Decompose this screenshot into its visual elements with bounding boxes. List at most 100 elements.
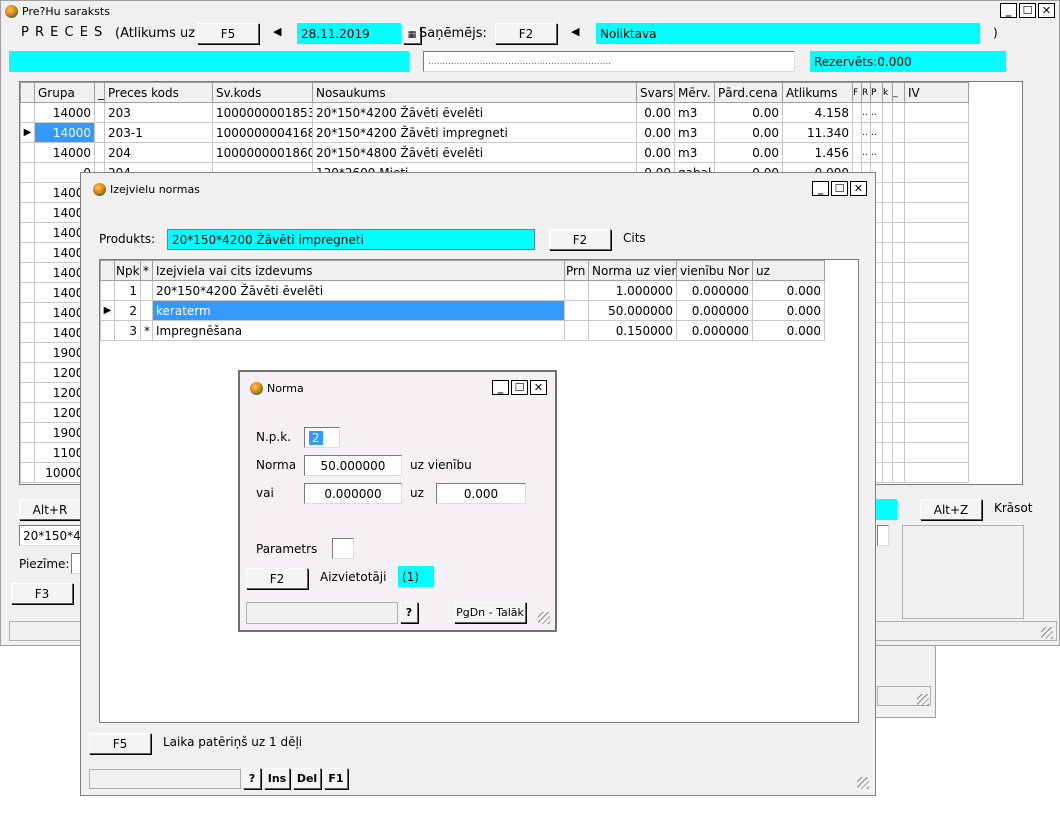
table-header-row: Grupa _ Preces kods Sv.kods Nosaukums Sv…	[20, 82, 969, 103]
substitutes-f2-button[interactable]: F2	[246, 568, 308, 589]
resize-grip-icon[interactable]	[857, 777, 869, 789]
col-header[interactable]: Preces kods	[104, 82, 213, 103]
col-header[interactable]: _	[94, 82, 105, 103]
app-icon	[5, 4, 18, 18]
table-row[interactable]: 3 * Impregnēšana 0.150000 0.000000 0.000	[100, 320, 825, 341]
table-row[interactable]: ▶ 14000 203-1 1000000004168 20*150*4200 …	[20, 122, 969, 143]
params-field[interactable]	[332, 538, 354, 559]
bottom-name-field[interactable]: 20*150*42	[19, 525, 88, 546]
norma-label: Norma	[256, 458, 297, 472]
product-label: Produkts:	[99, 232, 156, 246]
col-header[interactable]: k	[882, 82, 893, 103]
product-field[interactable]: 20*150*4200 Žāvēti impregneti	[167, 229, 535, 250]
col-header[interactable]: Svars	[636, 82, 675, 103]
stock-label: (Atlikums uz	[115, 26, 196, 41]
other-label: Cits	[623, 231, 646, 245]
col-header[interactable]: Mērv.	[674, 82, 715, 103]
del-button[interactable]: Del	[293, 768, 321, 789]
note-label: Piezīme:	[19, 557, 70, 571]
col-header[interactable]: Izejviela vai cits izdevums	[152, 260, 565, 281]
norma-field[interactable]: 50.000000	[304, 455, 402, 476]
header-title: P R E C E S	[21, 25, 104, 40]
col-header[interactable]: Norma uz vien	[588, 260, 677, 281]
resize-grip-icon[interactable]	[1041, 627, 1053, 639]
next-button[interactable]: PgDn - Talāk	[454, 602, 526, 623]
maximize-icon[interactable]: ☐	[511, 380, 528, 395]
minimize-icon[interactable]: _	[812, 181, 829, 196]
close-paren: )	[993, 26, 998, 40]
uz-value-field[interactable]: 0.000	[436, 483, 526, 504]
right-small-field[interactable]	[877, 525, 889, 546]
maximize-icon[interactable]: ☐	[1019, 3, 1036, 18]
col-header[interactable]: F	[852, 82, 862, 103]
resize-grip-icon[interactable]	[538, 612, 550, 624]
color-label: Krāsot	[994, 501, 1033, 515]
params-label: Parametrs	[256, 542, 318, 556]
col-header[interactable]: Pārd.cena	[714, 82, 783, 103]
norms-header-row: Npk * Izejviela vai cits izdevums Prn No…	[100, 260, 825, 281]
prev-arrow-icon[interactable]: ◀	[273, 25, 281, 38]
table-row[interactable]: ▶ 2 keraterm 50.000000 0.000000 0.000	[100, 300, 825, 321]
alt-r-button[interactable]: Alt+R	[19, 499, 81, 520]
receiver-label: Saņēmējs:	[419, 26, 487, 41]
warehouse-field[interactable]: Noliktava	[596, 23, 980, 44]
col-header[interactable]: Grupa	[34, 82, 95, 103]
help-button[interactable]: ?	[400, 602, 418, 623]
table-row[interactable]: 14000 203 1000000001853 20*150*4200 Žāvē…	[20, 102, 969, 123]
col-header[interactable]: R	[861, 82, 871, 103]
col-header[interactable]: Prn	[564, 260, 589, 281]
f3-button[interactable]: F3	[11, 583, 73, 604]
substitutes-field[interactable]: (1)	[398, 566, 434, 587]
norma-dialog: Norma _ ☐ ✕ N.p.k. 2 Norma 50.000000 uz …	[238, 370, 557, 632]
close-icon[interactable]: ✕	[530, 380, 547, 395]
help-button[interactable]: ?	[243, 768, 261, 789]
table-row[interactable]: 14000 204 1000000001860 20*150*4800 Žāvē…	[20, 142, 969, 163]
color-preview-box[interactable]	[902, 525, 1024, 619]
main-window-title: Pre?Hu saraksts	[22, 4, 110, 18]
or-value-field[interactable]: 0.000000	[304, 483, 402, 504]
next-arrow-icon[interactable]: ◀	[571, 25, 579, 38]
f5-button[interactable]: F5	[197, 23, 259, 44]
product-f2-button[interactable]: F2	[549, 229, 611, 250]
table-row[interactable]: 1 20*150*4200 Žāvēti ēvelēti 1.000000 0.…	[100, 280, 825, 301]
main-titlebar[interactable]: Pre?Hu saraksts _ ☐ ✕	[1, 1, 1059, 21]
norma-titlebar[interactable]: Norma _ ☐ ✕	[240, 378, 555, 398]
alt-z-button[interactable]: Alt+Z	[920, 499, 982, 520]
col-header[interactable]: _	[892, 82, 905, 103]
col-header[interactable]: IV	[904, 82, 969, 103]
reserved-field: Rezervēts:0.000	[810, 51, 1006, 72]
receiver-f2-button[interactable]: F2	[495, 23, 557, 44]
col-header[interactable]: P	[870, 82, 883, 103]
norms-titlebar[interactable]: Izejvielu normas _ ☐ ✕	[81, 179, 875, 199]
col-header[interactable]: vienību Nor	[676, 260, 753, 281]
app-icon	[250, 381, 263, 395]
col-header[interactable]: Nosaukums	[312, 82, 637, 103]
col-header[interactable]: Atlikums	[782, 82, 853, 103]
col-header[interactable]: *	[140, 260, 153, 281]
app-icon	[93, 182, 106, 196]
norms-window-title: Izejvielu normas	[110, 182, 200, 196]
col-header[interactable]: Npk	[114, 260, 141, 281]
minimize-icon[interactable]: _	[492, 380, 509, 395]
per-unit-label: uz vienību	[410, 458, 472, 472]
minimize-icon[interactable]: _	[1000, 3, 1017, 18]
row-pointer-icon: ▶	[20, 122, 35, 143]
uz-label: uz	[410, 486, 424, 500]
f1-button[interactable]: F1	[324, 768, 348, 789]
npk-label: N.p.k.	[256, 430, 291, 444]
close-icon[interactable]: ✕	[1038, 3, 1055, 18]
close-icon[interactable]: ✕	[850, 181, 867, 196]
cyan-field-right[interactable]	[873, 499, 897, 520]
date-field[interactable]: 28.11.2019	[297, 23, 401, 44]
ins-button[interactable]: Ins	[264, 768, 290, 789]
maximize-icon[interactable]: ☐	[831, 181, 848, 196]
cyan-status-field[interactable]	[9, 51, 409, 72]
norma-status-bar	[246, 602, 398, 624]
dotted-field[interactable]: ........................................…	[423, 51, 795, 72]
resize-grip-icon[interactable]	[917, 694, 929, 706]
npk-field[interactable]: 2	[304, 427, 340, 448]
norms-f5-button[interactable]: F5	[89, 733, 151, 754]
norms-status-bar	[89, 769, 241, 789]
col-header[interactable]: Sv.kods	[212, 82, 313, 103]
col-header[interactable]: uz	[752, 260, 825, 281]
